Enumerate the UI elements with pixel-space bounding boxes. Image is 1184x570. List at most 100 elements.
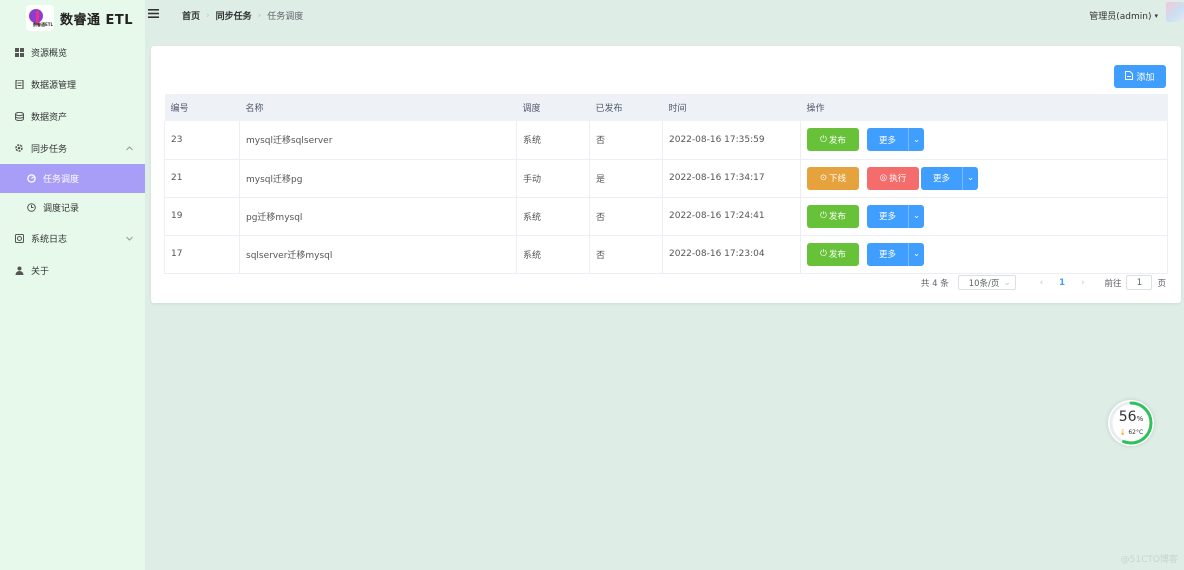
cell-time: 2022-08-16 17:24:41 [662,197,801,236]
database-list-icon [14,79,24,89]
more-split-button: 更多 ⌄ [867,204,924,228]
cell-actions: ⏻ 发布 更多 ⌄ [800,121,1168,160]
sidebar-item-label: 关于 [31,266,50,277]
gauge-percent-unit: % [1136,415,1144,423]
add-button[interactable]: 添加 [1114,65,1166,88]
task-schedule-panel: 添加 编号 名称 调度 已发布 时间 操作 23 mysql迁移sqlserve… [151,46,1181,303]
target-icon: ◎ [879,173,888,183]
gauge-temperature: 🌡 62°C [1108,429,1154,436]
cell-name: sqlserver迁移mysql [239,235,517,274]
location-icon: ⊙ [819,173,828,183]
chevron-down-icon: ⌄ [1003,277,1011,288]
camera-icon [14,233,24,243]
chevron-down-icon [126,234,133,244]
gauge-percent: 56% [1108,409,1154,425]
add-button-label: 添加 [1136,73,1155,83]
cell-schedule: 系统 [516,121,590,160]
publish-label: 发布 [828,135,846,146]
gauge-temp-value: 62°C [1128,429,1144,436]
offline-button[interactable]: ⊙ 下线 [807,166,859,190]
cell-schedule: 系统 [516,235,590,274]
page-size-select[interactable]: 10条/页 ⌄ [957,275,1016,290]
column-header-actions: 操作 [800,94,1168,121]
table-row: 17 sqlserver迁移mysql 系统 否 2022-08-16 17:2… [164,235,1168,274]
publish-button[interactable]: ⏻ 发布 [807,128,859,152]
user-menu[interactable]: 管理员(admin) ▾ [1089,9,1158,23]
sidebar-item-label: 数据资产 [31,112,68,123]
column-header-time: 时间 [662,94,801,121]
sidebar-item-about[interactable]: 关于 [0,254,145,286]
table-row: 19 pg迁移mysql 系统 否 2022-08-16 17:24:41 ⏻ 发… [164,197,1168,236]
logo: 数睿通ETL 数睿通 ETL [0,0,145,36]
more-button[interactable]: 更多 [867,242,908,266]
run-button[interactable]: ◎ 执行 [867,166,919,190]
sidebar-item-sync-tasks[interactable]: 同步任务 [0,132,145,164]
sidebar-item-assets[interactable]: 数据资产 [0,100,145,132]
page-number-current[interactable]: 1 [1059,278,1065,288]
avatar[interactable] [1166,2,1184,22]
more-dropdown-chevron-icon[interactable]: ⌄ [962,166,978,190]
breadcrumb-home[interactable]: 首页 [182,9,200,22]
more-split-button: 更多 ⌄ [921,166,978,190]
sidebar-item-schedule-records[interactable]: 调度记录 [0,193,145,222]
publish-button[interactable]: ⏻ 发布 [807,204,859,228]
more-dropdown-chevron-icon[interactable]: ⌄ [908,128,924,152]
task-table: 编号 名称 调度 已发布 时间 操作 23 mysql迁移sqlserver 系… [164,94,1168,274]
cell-published: 否 [589,235,663,274]
sidebar-item-label: 调度记录 [43,204,80,214]
caret-down-icon: ▾ [1154,11,1158,20]
grid-icon [14,47,24,57]
power-icon: ⏻ [820,134,827,145]
breadcrumb-sync-tasks[interactable]: 同步任务 [216,9,252,22]
document-add-icon [1125,70,1134,83]
more-split-button: 更多 ⌄ [867,242,924,266]
publish-label: 发布 [828,212,846,222]
run-label: 执行 [889,174,907,184]
menu-toggle-icon[interactable] [148,9,159,21]
user-icon [14,265,24,275]
more-split-button: 更多 ⌄ [867,128,924,152]
goto-page-input[interactable]: 1 [1126,275,1153,290]
logo-icon: 数睿通ETL [26,5,54,31]
sidebar-item-label: 数据源管理 [31,80,77,91]
next-page-icon[interactable]: › [1081,278,1084,288]
sidebar-item-task-schedule[interactable]: 任务调度 [0,164,145,193]
cell-published: 否 [589,197,663,236]
gear-icon [14,143,24,153]
user-name: 管理员(admin) [1089,12,1152,22]
publish-button[interactable]: ⏻ 发布 [807,242,859,266]
sidebar-item-overview[interactable]: 资源概览 [0,36,145,68]
table-header-row: 编号 名称 调度 已发布 时间 操作 [164,94,1168,121]
more-button[interactable]: 更多 [867,128,908,152]
sidebar-item-datasource[interactable]: 数据源管理 [0,68,145,100]
column-header-name: 名称 [239,94,517,121]
breadcrumb-current: 任务调度 [267,12,304,22]
cell-schedule: 系统 [516,197,590,236]
cpu-gauge-widget[interactable]: 56% 🌡 62°C [1108,400,1154,446]
sidebar-item-label: 同步任务 [31,144,68,155]
more-button[interactable]: 更多 [921,166,962,190]
more-dropdown-chevron-icon[interactable]: ⌄ [908,204,924,228]
cell-id: 23 [164,121,240,160]
goto-label: 前往 [1104,278,1122,289]
breadcrumb-separator-icon: › [206,10,210,21]
cell-published: 否 [589,121,663,160]
sidebar-item-label: 系统日志 [31,234,68,245]
timer-icon [26,174,36,184]
more-dropdown-chevron-icon[interactable]: ⌄ [908,242,924,266]
thermometer-icon: 🌡 [1118,429,1127,436]
sidebar: 数睿通ETL 数睿通 ETL 资源概览 数据源管理 数据资产 同步任务 任务调度… [0,0,145,570]
cell-actions: ⊙ 下线 ◎ 执行 更多 ⌄ [800,159,1168,198]
cell-actions: ⏻ 发布 更多 ⌄ [800,235,1168,274]
page-size-value: 10条/页 [968,278,1000,289]
logo-text: 数睿通ETL [32,22,53,27]
breadcrumb: 首页 › 同步任务 › 任务调度 [182,9,304,23]
sidebar-item-system-log[interactable]: 系统日志 [0,222,145,254]
table-row: 21 mysql迁移pg 手动 是 2022-08-16 17:34:17 ⊙ 下… [164,159,1168,198]
prev-page-icon[interactable]: ‹ [1040,278,1043,288]
more-button[interactable]: 更多 [867,204,908,228]
offline-label: 下线 [829,174,847,184]
cell-name: mysql迁移sqlserver [239,121,517,160]
table-row: 23 mysql迁移sqlserver 系统 否 2022-08-16 17:3… [164,121,1168,160]
column-header-id: 编号 [164,94,240,121]
